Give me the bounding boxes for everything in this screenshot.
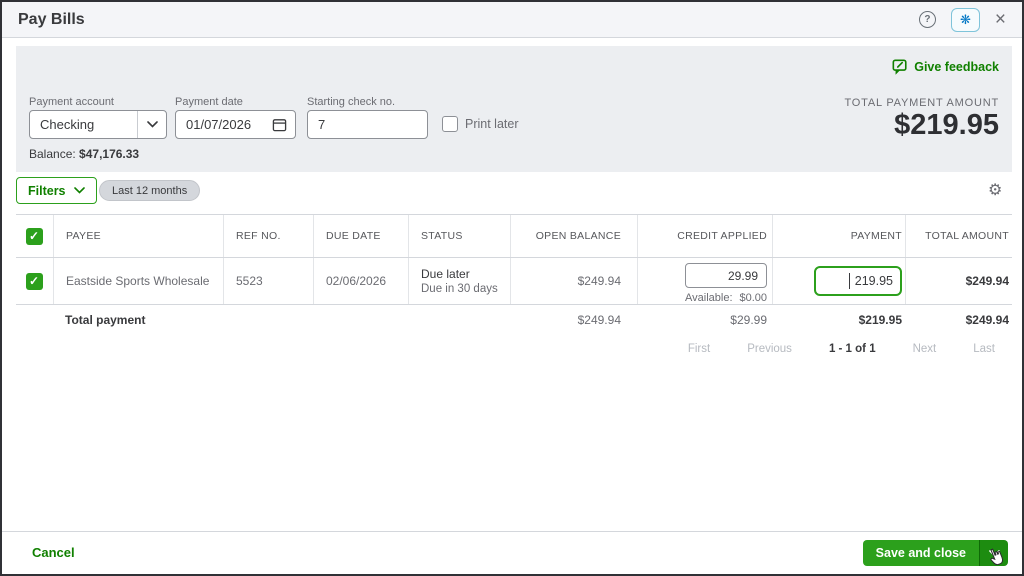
ref-no-cell: 5523: [223, 258, 313, 304]
save-and-close-button[interactable]: Save and close: [862, 540, 979, 566]
payment-input[interactable]: [814, 266, 902, 296]
total-payment-amount-value: $219.95: [894, 109, 999, 141]
row-checkbox[interactable]: [26, 272, 43, 290]
total-amount-cell: $249.94: [905, 258, 1012, 304]
totals-open-balance: $249.94: [577, 313, 621, 327]
feedback-bubble-icon: [892, 59, 907, 75]
sparkle-icon: ❋: [959, 11, 971, 27]
help-icon[interactable]: ?: [918, 11, 936, 28]
payment-date-label: Payment date: [175, 96, 243, 108]
available-credit: Available: $0.00: [685, 292, 767, 304]
payment-cell: [772, 258, 905, 304]
chevron-down-icon: [137, 111, 166, 138]
payment-account-select[interactable]: Checking: [29, 110, 167, 139]
column-header-payment: PAYMENT: [772, 215, 905, 257]
page-title: Pay Bills: [18, 10, 85, 28]
pagination: First Previous 1 - 1 of 1 Next Last: [688, 343, 995, 355]
pagination-current: 1 - 1 of 1: [828, 343, 876, 355]
close-icon[interactable]: ×: [995, 10, 1006, 29]
status-cell: Due later Due in 30 days: [408, 258, 510, 304]
pagination-last[interactable]: Last: [973, 343, 995, 355]
payment-account-label: Payment account: [29, 96, 114, 108]
pay-bills-window: Pay Bills ? ❋ × Give feedback Payment ac…: [0, 0, 1024, 576]
starting-check-no-field[interactable]: 7: [307, 110, 428, 139]
give-feedback-link[interactable]: Give feedback: [892, 59, 999, 75]
date-filter-pill[interactable]: Last 12 months: [99, 180, 201, 201]
column-header-due-date: DUE DATE: [313, 215, 408, 257]
totals-payment: $219.95: [858, 313, 902, 327]
starting-check-no-label: Starting check no.: [307, 96, 396, 108]
filters-button[interactable]: Filters: [16, 177, 97, 204]
bills-table: PAYEE REF NO. DUE DATE STATUS OPEN BALAN…: [16, 214, 1012, 335]
total-payment-label: Total payment: [65, 313, 146, 327]
totals-credit-applied: $29.99: [730, 313, 767, 327]
pagination-previous[interactable]: Previous: [747, 343, 792, 355]
pagination-first[interactable]: First: [688, 343, 710, 355]
column-header-open-balance: OPEN BALANCE: [510, 215, 637, 257]
column-header-status: STATUS: [408, 215, 510, 257]
footer-bar: Cancel Save and close: [2, 531, 1022, 574]
table-header-row: PAYEE REF NO. DUE DATE STATUS OPEN BALAN…: [16, 214, 1012, 258]
sparkle-assistant-button[interactable]: ❋: [950, 7, 980, 32]
open-balance-cell: $249.94: [510, 258, 637, 304]
totals-row: Total payment $249.94 $29.99 $219.95 $24…: [16, 305, 1012, 335]
column-header-payee: PAYEE: [53, 215, 223, 257]
text-caret: [849, 273, 850, 289]
column-header-credit-applied: CREDIT APPLIED: [637, 215, 772, 257]
due-date-cell: 02/06/2026: [313, 258, 408, 304]
table-settings-gear-icon[interactable]: ⚙: [988, 180, 1002, 200]
cancel-button[interactable]: Cancel: [32, 545, 75, 560]
print-later-checkbox[interactable]: [442, 116, 458, 132]
credit-applied-input[interactable]: [685, 263, 767, 288]
title-bar-icons: ? ❋ ×: [918, 7, 1006, 32]
credit-applied-cell: Available: $0.00: [637, 258, 772, 304]
payment-date-field[interactable]: 01/07/2026: [175, 110, 296, 139]
print-later-option: Print later: [442, 116, 519, 132]
print-later-label: Print later: [465, 117, 519, 131]
column-header-total-amount: TOTAL AMOUNT: [905, 215, 1012, 257]
payment-summary-panel: Give feedback Payment account Checking P…: [16, 46, 1012, 172]
account-balance: Balance: $47,176.33: [29, 147, 140, 161]
table-row: Eastside Sports Wholesale 5523 02/06/202…: [16, 258, 1012, 305]
chevron-down-icon: [73, 187, 85, 194]
totals-total-amount: $249.94: [965, 313, 1009, 327]
pagination-next[interactable]: Next: [913, 343, 937, 355]
select-all-checkbox[interactable]: [26, 227, 43, 245]
help-glyph: ?: [924, 14, 931, 25]
column-header-ref-no: REF NO.: [223, 215, 313, 257]
title-bar: Pay Bills ? ❋ ×: [2, 2, 1022, 38]
payee-cell: Eastside Sports Wholesale: [53, 258, 223, 304]
calendar-icon[interactable]: [272, 117, 287, 132]
total-payment-amount-label: TOTAL PAYMENT AMOUNT: [844, 97, 999, 109]
